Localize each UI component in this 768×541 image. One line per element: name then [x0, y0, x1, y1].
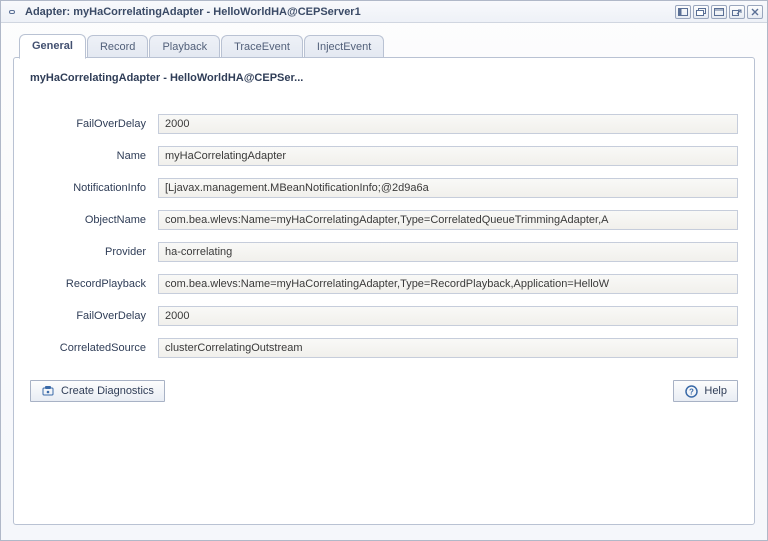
field-label: Name — [30, 150, 158, 162]
field-label: RecordPlayback — [30, 278, 158, 290]
field-label: ObjectName — [30, 214, 158, 226]
field-label: FailOverDelay — [30, 310, 158, 322]
field-value[interactable]: com.bea.wlevs:Name=myHaCorrelatingAdapte… — [158, 274, 738, 294]
create-diagnostics-button[interactable]: Create Diagnostics — [30, 380, 165, 402]
field-value[interactable]: myHaCorrelatingAdapter — [158, 146, 738, 166]
field-objectname: ObjectName com.bea.wlevs:Name=myHaCorrel… — [30, 210, 738, 230]
tab-label: Record — [100, 41, 135, 53]
help-icon: ? — [684, 384, 698, 398]
restore-button[interactable] — [693, 5, 709, 19]
field-label: Provider — [30, 246, 158, 258]
field-value[interactable]: [Ljavax.management.MBeanNotificationInfo… — [158, 178, 738, 198]
help-button[interactable]: ? Help — [673, 380, 738, 402]
tab-bar: General Record Playback TraceEvent Injec… — [19, 33, 755, 58]
field-value[interactable]: clusterCorrelatingOutstream — [158, 338, 738, 358]
field-value[interactable]: ha-correlating — [158, 242, 738, 262]
tab-record[interactable]: Record — [87, 35, 148, 59]
tab-label: General — [32, 40, 73, 52]
adapter-window: Adapter: myHaCorrelatingAdapter - HelloW… — [0, 0, 768, 541]
field-failoverdelay-2: FailOverDelay 2000 — [30, 306, 738, 326]
tab-playback[interactable]: Playback — [149, 35, 220, 59]
field-value[interactable]: com.bea.wlevs:Name=myHaCorrelatingAdapte… — [158, 210, 738, 230]
field-value[interactable]: 2000 — [158, 306, 738, 326]
field-value[interactable]: 2000 — [158, 114, 738, 134]
button-label: Create Diagnostics — [61, 385, 154, 397]
panel-heading: myHaCorrelatingAdapter - HelloWorldHA@CE… — [30, 72, 738, 84]
window-title: Adapter: myHaCorrelatingAdapter - HelloW… — [25, 6, 675, 18]
field-name: Name myHaCorrelatingAdapter — [30, 146, 738, 166]
tab-injectevent[interactable]: InjectEvent — [304, 35, 384, 59]
tab-traceevent[interactable]: TraceEvent — [221, 35, 303, 59]
field-correlatedsource: CorrelatedSource clusterCorrelatingOutst… — [30, 338, 738, 358]
field-failoverdelay: FailOverDelay 2000 — [30, 114, 738, 134]
field-recordplayback: RecordPlayback com.bea.wlevs:Name=myHaCo… — [30, 274, 738, 294]
panel-actions: Create Diagnostics ? Help — [30, 380, 738, 402]
window-body: General Record Playback TraceEvent Injec… — [1, 23, 767, 540]
button-label: Help — [704, 385, 727, 397]
titlebar: Adapter: myHaCorrelatingAdapter - HelloW… — [1, 1, 767, 23]
field-notificationinfo: NotificationInfo [Ljavax.management.MBea… — [30, 178, 738, 198]
general-panel: myHaCorrelatingAdapter - HelloWorldHA@CE… — [13, 57, 755, 525]
tab-label: TraceEvent — [234, 41, 290, 53]
diagnostics-icon — [41, 384, 55, 398]
titlebar-buttons — [675, 5, 763, 19]
link-icon — [5, 5, 19, 19]
tab-general[interactable]: General — [19, 34, 86, 59]
tab-label: InjectEvent — [317, 41, 371, 53]
maximize-button[interactable] — [711, 5, 727, 19]
close-button[interactable] — [747, 5, 763, 19]
field-provider: Provider ha-correlating — [30, 242, 738, 262]
field-label: NotificationInfo — [30, 182, 158, 194]
detach-button[interactable] — [729, 5, 745, 19]
field-label: FailOverDelay — [30, 118, 158, 130]
dock-left-button[interactable] — [675, 5, 691, 19]
tab-label: Playback — [162, 41, 207, 53]
svg-text:?: ? — [689, 387, 694, 396]
field-label: CorrelatedSource — [30, 342, 158, 354]
